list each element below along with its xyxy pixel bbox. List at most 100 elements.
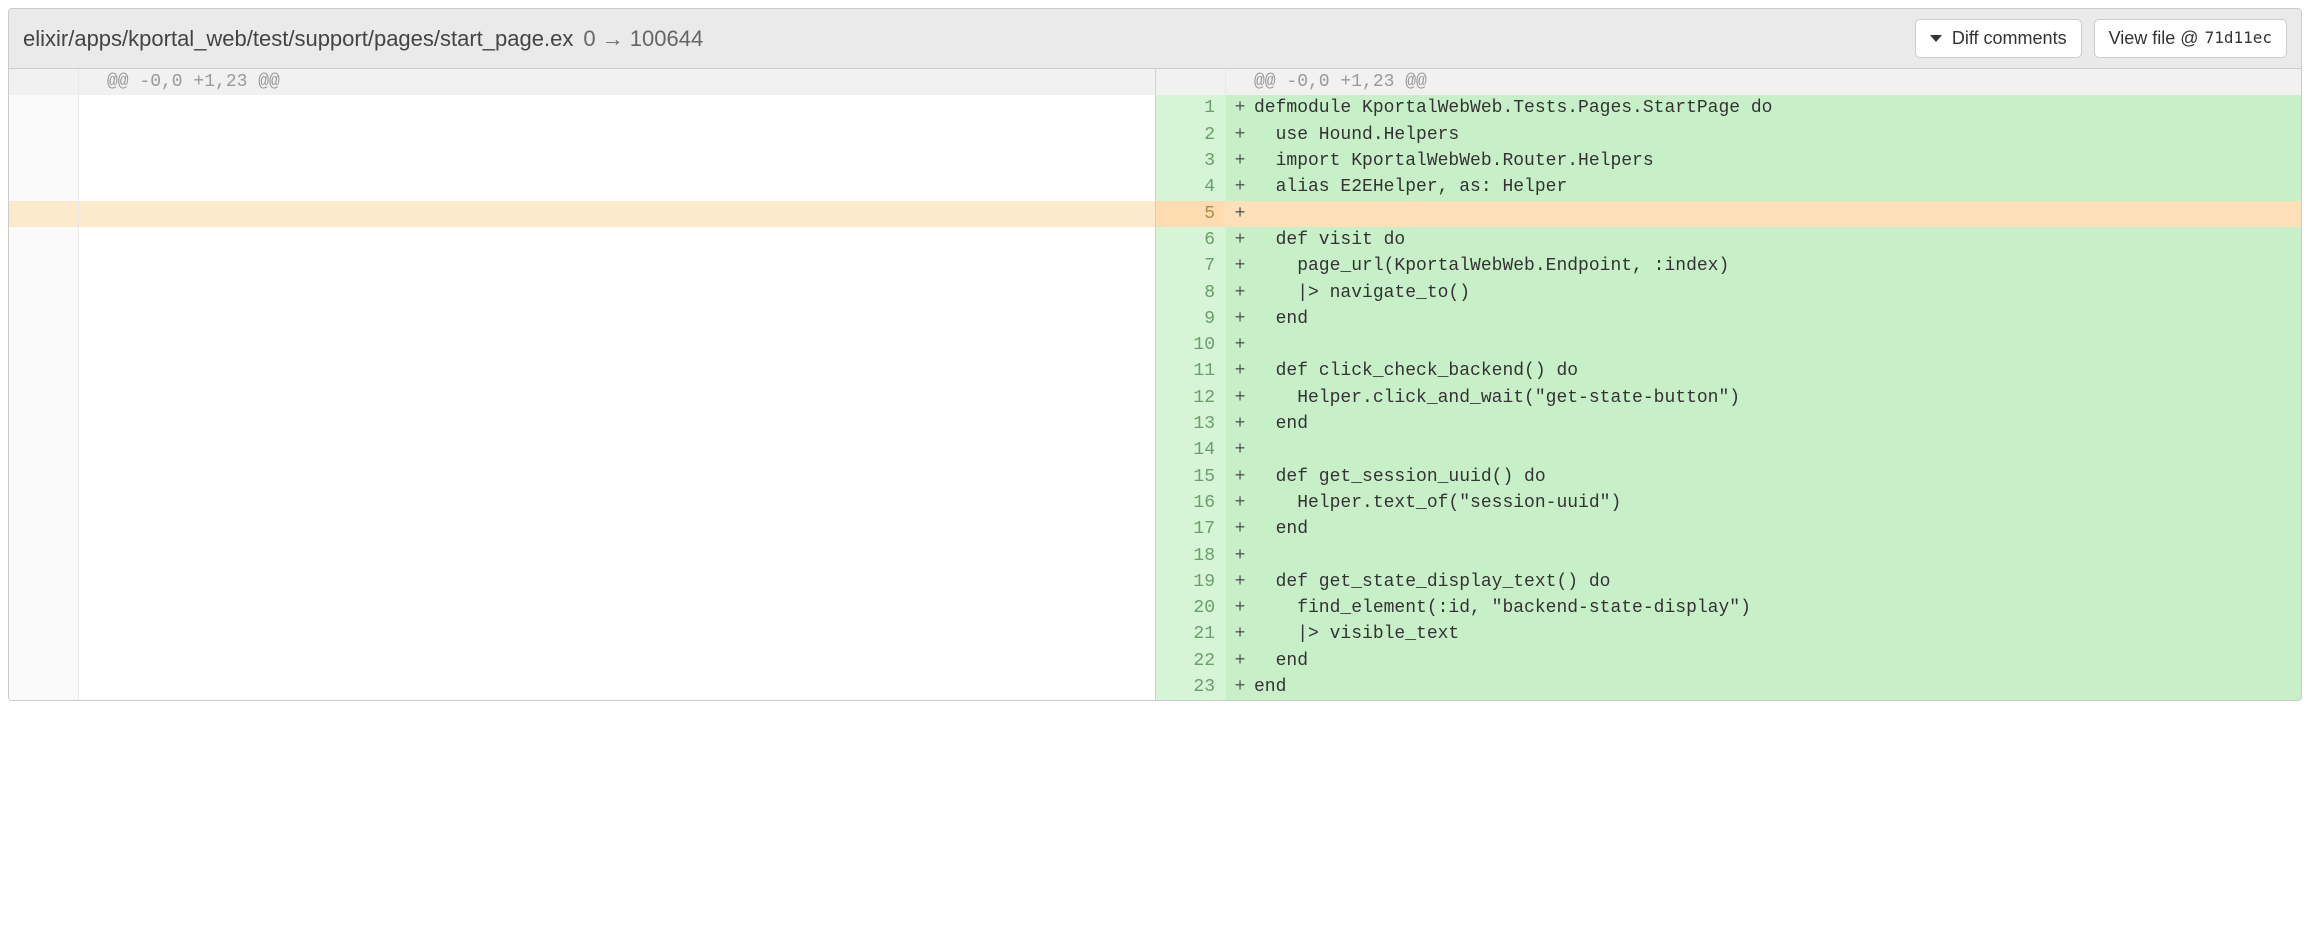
new-line-number[interactable]: 15 [1156,464,1226,490]
old-line-number[interactable] [9,253,79,279]
gutter-left [9,69,79,95]
new-line-number[interactable]: 8 [1156,280,1226,306]
new-line-number[interactable]: 4 [1156,174,1226,200]
diff-line-old [9,201,1155,227]
diff-line-row: 17+ end [9,516,2301,542]
new-line-number[interactable]: 13 [1156,411,1226,437]
old-mark [79,122,107,148]
diff-line-new: 4+ alias E2EHelper, as: Helper [1155,174,2301,200]
new-line-number[interactable]: 22 [1156,648,1226,674]
new-code: def get_state_display_text() do [1254,569,2301,595]
old-line-number[interactable] [9,201,79,227]
new-line-number[interactable]: 2 [1156,122,1226,148]
old-line-number[interactable] [9,280,79,306]
old-code [107,95,1155,121]
old-code [107,543,1155,569]
old-line-number[interactable] [9,95,79,121]
diff-line-old [9,490,1155,516]
old-line-number[interactable] [9,595,79,621]
diff-line-row: 7+ page_url(KportalWebWeb.Endpoint, :ind… [9,253,2301,279]
diff-comments-button[interactable]: Diff comments [1915,19,2082,58]
new-line-number[interactable]: 3 [1156,148,1226,174]
old-mark [79,358,107,384]
new-line-number[interactable]: 11 [1156,358,1226,384]
new-line-number[interactable]: 20 [1156,595,1226,621]
old-code [107,227,1155,253]
new-line-number[interactable]: 5 [1156,201,1226,227]
old-mark [79,385,107,411]
old-code [107,411,1155,437]
file-path[interactable]: elixir/apps/kportal_web/test/support/pag… [23,26,573,52]
add-mark: + [1226,621,1254,647]
old-mark [79,464,107,490]
file-header-left: elixir/apps/kportal_web/test/support/pag… [23,26,703,52]
old-code [107,306,1155,332]
diff-line-row: 15+ def get_session_uuid() do [9,464,2301,490]
old-mark [79,490,107,516]
new-line-number[interactable]: 14 [1156,437,1226,463]
new-line-number[interactable]: 16 [1156,490,1226,516]
old-mark [79,595,107,621]
new-code: |> visible_text [1254,621,2301,647]
diff-line-old [9,227,1155,253]
new-code: end [1254,674,2301,700]
diff-line-old [9,411,1155,437]
old-line-number[interactable] [9,490,79,516]
old-line-number[interactable] [9,569,79,595]
new-line-number[interactable]: 23 [1156,674,1226,700]
new-line-number[interactable]: 1 [1156,95,1226,121]
old-code [107,253,1155,279]
diff-line-new: 13+ end [1155,411,2301,437]
old-line-number[interactable] [9,385,79,411]
old-line-number[interactable] [9,516,79,542]
new-line-number[interactable]: 9 [1156,306,1226,332]
old-mark [79,569,107,595]
diff-line-old [9,174,1155,200]
new-code [1254,332,2301,358]
new-line-number[interactable]: 7 [1156,253,1226,279]
add-mark: + [1226,253,1254,279]
diff-line-new: 5+ [1155,201,2301,227]
new-line-number[interactable]: 10 [1156,332,1226,358]
diff-line-row: 5+ [9,201,2301,227]
old-line-number[interactable] [9,227,79,253]
old-mark [79,253,107,279]
new-code: find_element(:id, "backend-state-display… [1254,595,2301,621]
old-line-number[interactable] [9,148,79,174]
diff-line-row: 16+ Helper.text_of("session-uuid") [9,490,2301,516]
old-line-number[interactable] [9,621,79,647]
diff-line-new: 20+ find_element(:id, "backend-state-dis… [1155,595,2301,621]
new-code: end [1254,516,2301,542]
old-line-number[interactable] [9,674,79,700]
old-line-number[interactable] [9,332,79,358]
hunk-header-row: @@ -0,0 +1,23 @@ @@ -0,0 +1,23 @@ [9,69,2301,95]
new-line-number[interactable]: 21 [1156,621,1226,647]
diff-line-row: 14+ [9,437,2301,463]
new-line-number[interactable]: 12 [1156,385,1226,411]
new-code: import KportalWebWeb.Router.Helpers [1254,148,2301,174]
diff-line-new: 10+ [1155,332,2301,358]
old-line-number[interactable] [9,122,79,148]
old-code [107,148,1155,174]
view-file-button[interactable]: View file @71d11ec [2094,19,2287,58]
new-line-number[interactable]: 6 [1156,227,1226,253]
new-line-number[interactable]: 17 [1156,516,1226,542]
hunk-text-right: @@ -0,0 +1,23 @@ [1254,69,2301,95]
old-code [107,490,1155,516]
add-mark: + [1226,385,1254,411]
new-line-number[interactable]: 19 [1156,569,1226,595]
old-line-number[interactable] [9,437,79,463]
diff-line-row: 13+ end [9,411,2301,437]
old-code [107,464,1155,490]
old-line-number[interactable] [9,306,79,332]
old-line-number[interactable] [9,543,79,569]
diff-line-old [9,253,1155,279]
old-line-number[interactable] [9,648,79,674]
new-code: page_url(KportalWebWeb.Endpoint, :index) [1254,253,2301,279]
old-line-number[interactable] [9,411,79,437]
new-line-number[interactable]: 18 [1156,543,1226,569]
old-line-number[interactable] [9,174,79,200]
old-line-number[interactable] [9,358,79,384]
old-line-number[interactable] [9,464,79,490]
old-mark [79,516,107,542]
